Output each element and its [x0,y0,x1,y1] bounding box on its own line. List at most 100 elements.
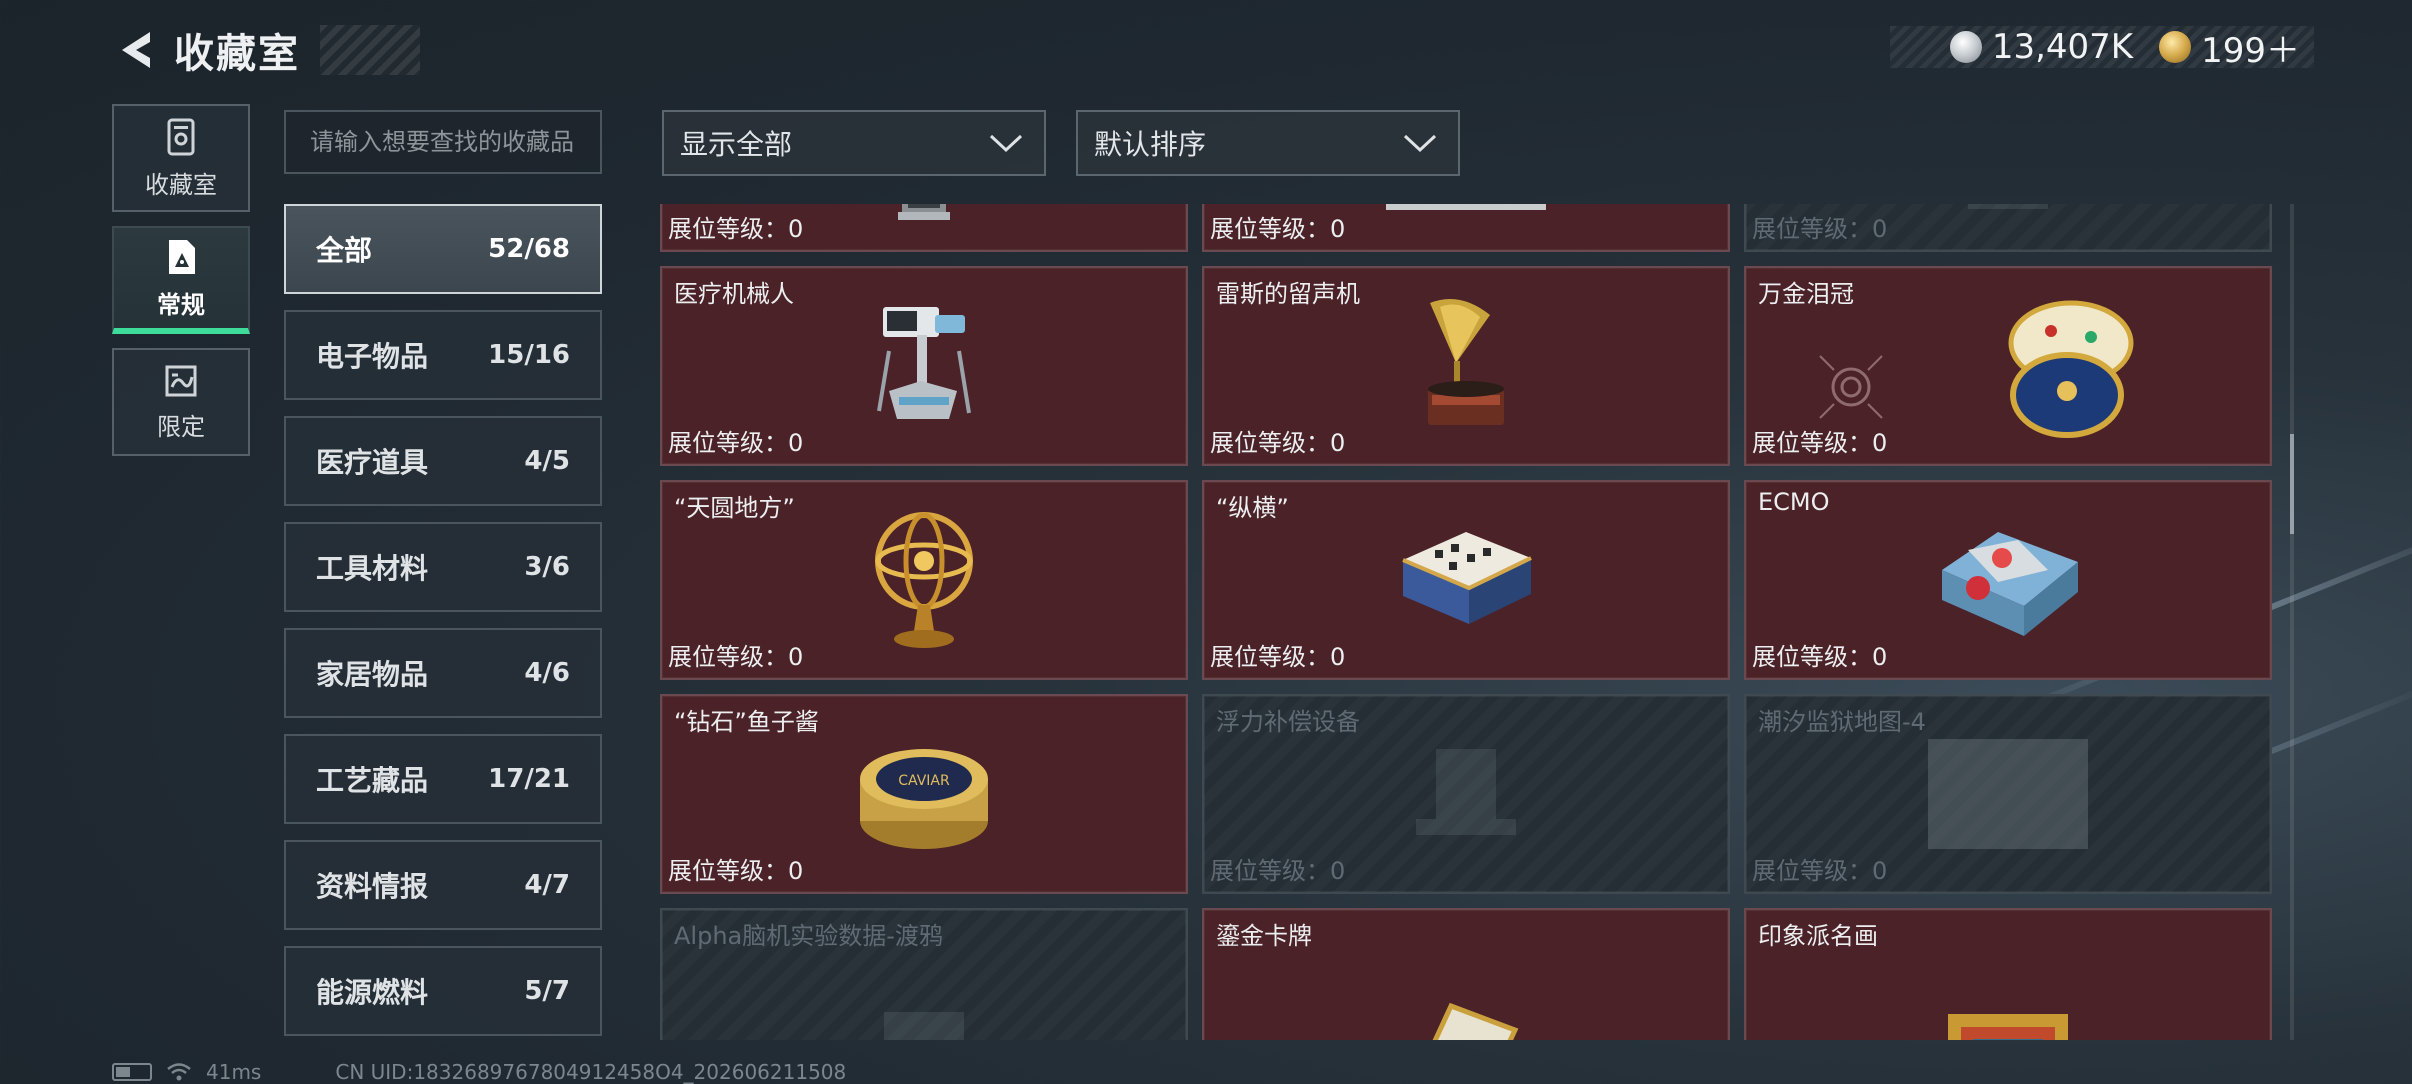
svg-text:CAVIAR: CAVIAR [898,773,950,789]
collectible-name: 雷斯的留声机 [1216,280,1360,308]
uid-text: CN UID:1832689767804912458O4_20260621150… [335,1060,847,1084]
back-arrow-icon [122,32,150,68]
collectible-card[interactable]: “纵横” 展位等级：0 [1202,480,1730,680]
sort-dropdown[interactable]: 默认排序 [1076,110,1460,176]
category-count: 52/68 [488,234,570,264]
category-count: 17/21 [488,764,570,794]
collectible-name: 印象派名画 [1758,922,1878,950]
collectible-card[interactable]: 潮汐监狱地图-4 展位等级：0 [1744,694,2272,894]
nav-label: 限定 [157,412,205,441]
collectible-card[interactable]: 医疗机械人 展位等级：0 [660,266,1188,466]
ping-value: 41ms [206,1060,262,1084]
header: 收藏室 [112,22,420,78]
category-crafts[interactable]: 工艺藏品 17/21 [284,734,602,824]
collectible-name: 鎏金卡牌 [1216,922,1312,950]
category-list: 全部 52/68 电子物品 15/16 医疗道具 4/5 工具材料 3/6 家居… [284,204,602,1052]
category-intel[interactable]: 资料情报 4/7 [284,840,602,930]
category-energy[interactable]: 能源燃料 5/7 [284,946,602,1036]
booth-level: 展位等级：0 [668,429,804,457]
gold-coin-icon [2159,31,2192,63]
category-name: 工具材料 [316,552,429,585]
collectible-card[interactable]: 展位等级：0 [1744,204,2272,252]
category-count: 5/7 [524,976,570,1006]
jeweled-egg-icon [2008,300,2134,438]
collectible-card[interactable]: 印象派名画 [1744,908,2272,1040]
booth-level: 展位等级：0 [1210,643,1346,671]
target-icon [1819,355,1883,419]
grid-scrollbar[interactable] [2290,204,2294,1040]
category-count: 4/7 [524,870,570,900]
booth-level: 展位等级：0 [1210,215,1346,243]
armillary-sphere-icon [875,512,973,648]
currency-bar: 13,407K 199＋ [1890,26,2314,71]
page-title: 收藏室 [174,31,300,77]
category-tools[interactable]: 工具材料 3/6 [284,522,602,612]
booth-level: 展位等级：0 [1752,643,1888,671]
painting-icon [1948,1013,2068,1040]
collectible-name: 万金泪冠 [1758,280,1854,308]
side-nav: 收藏室 常规 限定 [112,104,250,470]
category-name: 电子物品 [316,340,429,373]
category-household[interactable]: 家居物品 4/6 [284,628,602,718]
back-button[interactable] [112,22,160,78]
gold-amount: 199＋ [2201,30,2300,71]
silver-currency[interactable]: 13,407K [1949,27,2133,67]
booth-level: 展位等级：0 [1752,857,1888,885]
collectible-name: ECMO [1758,488,1830,516]
collectible-name: 浮力补偿设备 [1216,708,1360,736]
silver-coin-icon [1949,31,1982,63]
category-medical[interactable]: 医疗道具 4/5 [284,416,602,506]
collectible-card[interactable]: 雷斯的留声机 展位等级：0 [1202,266,1730,466]
category-name: 医疗道具 [316,446,429,479]
nav-regular[interactable]: 常规 [112,226,250,334]
scroll-thumb[interactable] [2290,434,2294,534]
title-bar: 收藏室 [160,25,420,77]
collection-room-icon [167,118,195,155]
collectible-card[interactable]: 展位等级：0 [660,204,1188,252]
category-count: 15/16 [488,340,570,370]
display-filter-dropdown[interactable]: 显示全部 [662,110,1046,176]
collectible-card[interactable]: 浮力补偿设备 展位等级：0 [1202,694,1730,894]
nav-collection-room[interactable]: 收藏室 [112,104,250,212]
gramophone-icon [1428,299,1504,425]
collectible-name: 潮汐监狱地图-4 [1758,708,1926,736]
sort-value: 默认排序 [1094,128,1207,161]
category-all[interactable]: 全部 52/68 [284,204,602,294]
gold-currency[interactable]: 199＋ [2159,23,2300,72]
collectible-card[interactable]: “钻石”鱼子酱 CAVIAR 展位等级：0 [660,694,1188,894]
collectible-card[interactable]: “天圆地方” 展位等级：0 [660,480,1188,680]
booth-level: 展位等级：0 [1210,429,1346,457]
search-box [284,110,602,174]
category-count: 3/6 [524,552,570,582]
data-drive-icon [884,1012,964,1040]
status-bar: 41ms CN UID:1832689767804912458O4_202606… [112,1060,846,1084]
category-name: 能源燃料 [316,976,429,1009]
collectible-card[interactable]: 万金泪冠 展位等级：0 [1744,266,2272,466]
ecmo-machine-icon [1942,532,2078,636]
collectible-card[interactable]: 展位等级：0 [1202,204,1730,252]
locked-item-icon [1968,204,2048,209]
category-electronics[interactable]: 电子物品 15/16 [284,310,602,400]
nav-label: 收藏室 [145,170,217,199]
booth-level: 展位等级：0 [668,643,804,671]
collectible-name: “天圆地方” [674,494,795,522]
collectible-name: 医疗机械人 [674,280,794,308]
battery-icon [112,1063,152,1081]
chess-box-icon [1402,532,1532,624]
buoyancy-device-icon [1416,749,1516,835]
collectible-card[interactable]: ECMO 展位等级：0 [1744,480,2272,680]
collectible-card[interactable]: Alpha脑机实验数据-渡鸦 [660,908,1188,1040]
category-name: 工艺藏品 [316,764,429,797]
collectible-name: “纵横” [1216,494,1289,522]
collectible-card[interactable]: 鎏金卡牌 [1202,908,1730,1040]
nav-limited[interactable]: 限定 [112,348,250,456]
collectible-name: “钻石”鱼子酱 [674,708,819,736]
chevron-down-icon [989,134,1023,153]
caviar-tin-icon: CAVIAR [860,749,988,849]
collectible-name: Alpha脑机实验数据-渡鸦 [674,922,943,950]
booth-level: 展位等级：0 [1752,215,1888,243]
category-name: 家居物品 [316,658,429,691]
server-item-icon [1386,204,1546,210]
booth-level: 展位等级：0 [668,857,804,885]
search-input[interactable] [310,128,600,156]
